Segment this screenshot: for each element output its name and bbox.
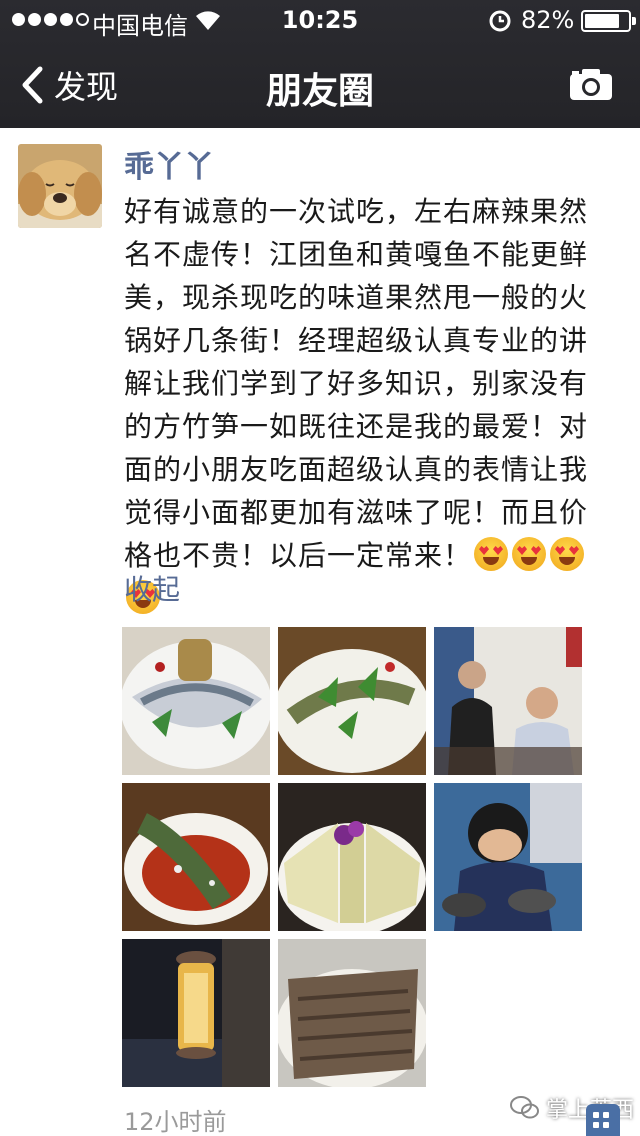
camera-icon[interactable] — [568, 66, 614, 102]
photo-diners-at-table[interactable] — [434, 627, 582, 775]
post-text: 好有诚意的一次试吃，左右麻辣果然名不虚传！江团鱼和黄嘎鱼不能更鲜美，现杀现吃的味… — [124, 190, 614, 620]
app-grid-icon — [586, 1104, 620, 1136]
heart-eyes-emoji-icon — [474, 537, 509, 571]
photo-tripe-slices-plate[interactable] — [278, 939, 426, 1087]
avatar[interactable] — [18, 144, 102, 228]
photo-child-eating-noodles[interactable] — [434, 783, 582, 931]
battery-percent: 82% — [521, 6, 575, 34]
post-username[interactable]: 乖丫丫 — [124, 142, 214, 186]
photo-fish-with-greens-plate[interactable] — [278, 627, 426, 775]
puppy-avatar-image — [18, 144, 102, 228]
alarm-clock-icon — [489, 10, 511, 32]
post-body: 好有诚意的一次试吃，左右麻辣果然名不虚传！江团鱼和黄嘎鱼不能更鲜美，现杀现吃的味… — [124, 195, 589, 572]
photo-lantern-night-scene[interactable] — [122, 939, 270, 1087]
post-timestamp: 12小时前 — [124, 1108, 227, 1136]
status-bar: 中国电信 10:25 82% — [0, 0, 640, 40]
page-title: 朋友圈 — [265, 71, 374, 112]
photo-fish-slices-platter[interactable] — [122, 627, 270, 775]
heart-eyes-emoji-icon — [550, 537, 585, 571]
top-bar: 中国电信 10:25 82% 发现 朋友圈 — [0, 0, 640, 128]
photo-bamboo-shoot-platter[interactable] — [278, 783, 426, 931]
photo-spicy-fish-dish[interactable] — [122, 783, 270, 931]
battery-icon — [581, 10, 636, 32]
heart-eyes-emoji-icon — [512, 537, 547, 571]
wechat-icon — [510, 1096, 539, 1119]
collapse-link[interactable]: 收起 — [124, 568, 180, 608]
navigation-bar: 发现 朋友圈 — [0, 40, 640, 128]
